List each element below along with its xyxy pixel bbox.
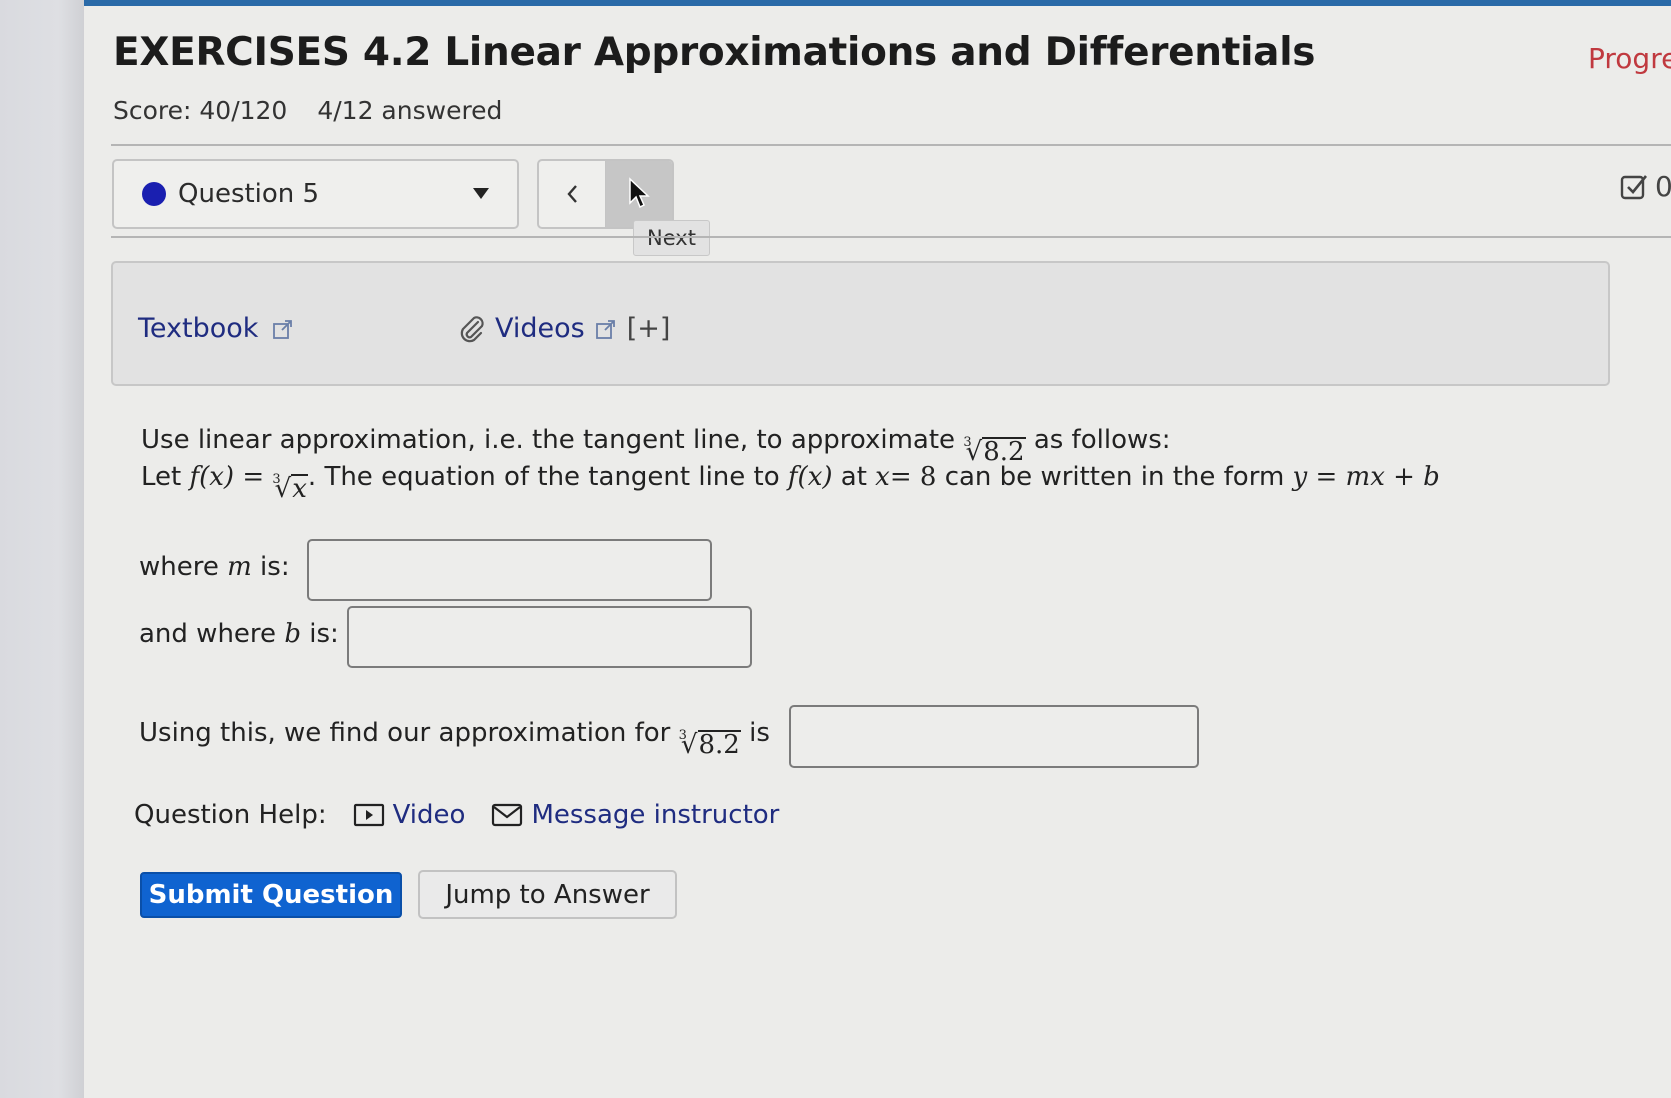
math-expression: f(x) [189,462,235,492]
root-index: 3 [272,472,281,487]
left-margin [0,0,84,1098]
radicand: 8.2 [697,730,741,760]
cube-root-expression: 3 √ x [272,472,308,504]
b-field-label: and where b is: [139,619,339,649]
m-answer-input[interactable] [307,539,712,601]
help-video-link[interactable]: Video [353,800,466,830]
approximation-answer-input[interactable] [789,705,1199,768]
question-text-line-1: Use linear approximation, i.e. the tange… [141,425,1171,467]
question-text: at [840,462,867,492]
label-text: is [749,718,770,748]
label-text: and where [139,619,277,649]
checked-count: 0 [1655,170,1671,203]
question-text: as follows: [1033,425,1171,455]
expand-videos-toggle[interactable]: [+] [627,313,671,344]
external-link-icon [595,319,615,339]
divider [111,236,1671,238]
approximation-label: Using this, we find our approximation fo… [139,718,770,760]
question-text: . The equation of the tangent line to [307,462,780,492]
paperclip-icon [460,315,484,342]
math-variable: m [227,552,252,582]
label-text: is: [309,619,339,649]
math-expression: x [875,462,890,492]
math-expression: = [242,462,265,492]
textbook-link[interactable]: Textbook [138,313,294,344]
videos-link[interactable]: Videos [495,313,585,344]
question-select-dropdown[interactable]: Question 5 [112,159,519,229]
question-help: Question Help: Video Message instructor [134,800,779,830]
checked-counter[interactable]: 0 [1619,170,1671,203]
score-text: Score: 40/120 [113,96,288,125]
math-expression: f(x) [787,462,833,492]
cursor-pointer-icon [629,177,650,209]
score-summary: Score: 40/120 4/12 answered [113,96,502,125]
radicand: x [291,474,308,504]
math-expression: y = mx + b [1292,462,1440,492]
answered-count: 4/12 answered [317,96,503,125]
chevron-left-icon [567,185,577,203]
external-link-icon [273,319,293,339]
b-answer-input[interactable] [347,606,752,668]
next-question-button[interactable] [606,161,672,227]
label-text: is: [260,552,290,582]
root-index: 3 [963,435,972,450]
math-expression: = 8 [889,462,937,492]
next-tooltip: Next [633,220,710,256]
jump-to-answer-button[interactable]: Jump to Answer [418,870,677,919]
video-play-icon [353,803,384,827]
question-text-line-2: Let f(x) = 3 √ x. The equation of the tang… [141,462,1440,504]
textbook-label: Textbook [138,313,259,344]
m-field-label: where m is: [139,552,290,582]
submit-question-button[interactable]: Submit Question [140,872,402,918]
progress-link[interactable]: Progre [1588,42,1671,75]
question-text: can be written in the form [944,462,1285,492]
caret-down-icon [473,188,489,199]
message-instructor-link[interactable]: Message instructor [491,800,779,830]
math-variable: b [284,619,301,649]
message-instructor-label: Message instructor [531,800,780,830]
question-select-label: Question 5 [178,179,320,209]
question-nav [537,159,674,229]
checkbox-checked-icon [1620,174,1648,199]
help-video-label: Video [392,800,466,830]
cube-root-expression: 3 √ 8.2 [678,728,741,760]
prev-question-button[interactable] [539,161,606,227]
page-title: EXERCISES 4.2 Linear Approximations and … [113,30,1316,75]
label-text: Using this, we find our approximation fo… [139,718,671,748]
envelope-icon [492,803,523,827]
top-accent-bar [84,0,1671,6]
label-text: where [139,552,219,582]
question-text: Use linear approximation, i.e. the tange… [141,425,956,455]
question-help-label: Question Help: [134,800,327,830]
question-status-dot [142,182,166,206]
videos-resource: Videos [+] [457,313,670,344]
question-text: Let [141,462,182,492]
divider [111,144,1671,146]
root-index: 3 [678,728,687,743]
resources-panel: Textbook Videos [+] [111,261,1610,386]
